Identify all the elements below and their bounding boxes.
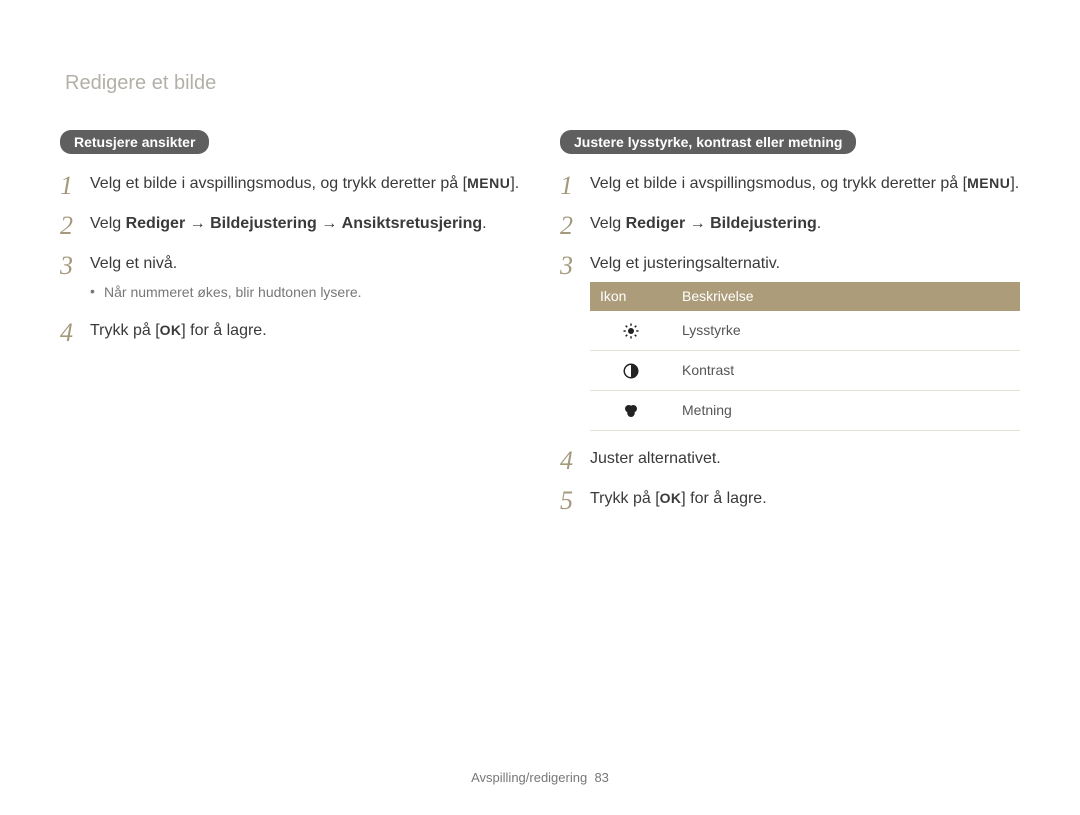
page-footer: Avspilling/redigering 83 [0,770,1080,785]
left-step-2: Velg Rediger → Bildejustering → Ansiktsr… [60,212,520,236]
text: Velg et nivå. [90,255,177,272]
table-row: Kontrast [590,351,1020,391]
text: . [1015,175,1019,192]
text: Velg [590,215,626,232]
footer-section: Avspilling/redigering [471,770,587,785]
cell-label: Metning [672,391,1020,431]
text: Trykk på [590,490,655,507]
cell-label: Kontrast [672,351,1020,391]
text: Velg [90,215,126,232]
right-step-4: Juster alternativet. [560,447,1020,471]
right-step-3: Velg et justeringsalternativ. Ikon Beskr… [560,252,1020,431]
right-step-1: Velg et bilde i avspillingsmodus, og try… [560,172,1020,196]
text: Trykk på [90,322,155,339]
ok-button-label: OK [660,488,682,509]
brightness-icon [622,320,640,340]
path-2: Ansiktsretusjering [342,215,482,232]
section-heading-right: Justere lysstyrke, kontrast eller metnin… [560,130,856,154]
right-column: Justere lysstyrke, kontrast eller metnin… [560,130,1020,527]
left-steps: Velg et bilde i avspillingsmodus, og try… [60,172,520,343]
text: Velg et bilde i avspillingsmodus, og try… [90,175,463,192]
saturation-icon [622,400,640,420]
left-step-3: Velg et nivå. Når nummeret økes, blir hu… [60,252,520,303]
suffix: . [817,215,821,232]
section-heading-left: Retusjere ansikter [60,130,209,154]
path-0: Rediger [626,215,686,232]
icon-table: Ikon Beskrivelse Lysstyrke [590,282,1020,431]
right-step-2: Velg Rediger → Bildejustering. [560,212,1020,236]
text: Velg et justeringsalternativ. [590,255,780,272]
table-row: Metning [590,391,1020,431]
suffix: . [482,215,486,232]
right-step-5: Trykk på [OK] for å lagre. [560,487,1020,511]
text: Velg et bilde i avspillingsmodus, og try… [590,175,963,192]
ok-button-label: OK [160,320,182,341]
left-step-1: Velg et bilde i avspillingsmodus, og try… [60,172,520,196]
page-title: Redigere et bilde [65,72,216,95]
text: for å lagre. [686,490,767,507]
text: for å lagre. [186,322,267,339]
footer-page-number: 83 [594,770,608,785]
th-desc: Beskrivelse [672,282,1020,311]
path-1: Bildejustering [710,215,817,232]
contrast-icon [622,360,640,380]
table-row: Lysstyrke [590,311,1020,351]
bullet: Når nummeret økes, blir hudtonen lysere. [90,282,520,303]
th-icon: Ikon [590,282,672,311]
path-0: Rediger [126,215,186,232]
left-step-4: Trykk på [OK] for å lagre. [60,319,520,343]
path-1: Bildejustering [210,215,317,232]
right-steps: Velg et bilde i avspillingsmodus, og try… [560,172,1020,511]
menu-button-label: MENU [467,173,510,194]
text: . [515,175,519,192]
menu-button-label: MENU [967,173,1010,194]
left-column: Retusjere ansikter Velg et bilde i avspi… [60,130,520,527]
text: Juster alternativet. [590,450,721,467]
cell-label: Lysstyrke [672,311,1020,351]
